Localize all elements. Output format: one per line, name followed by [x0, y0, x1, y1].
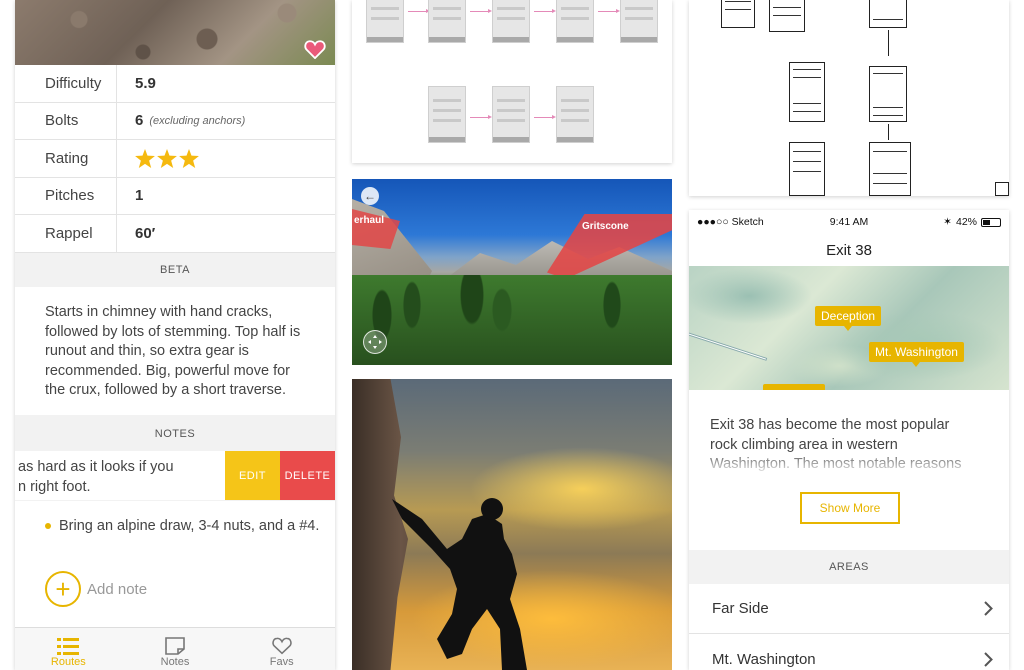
flow-arrow: [534, 9, 556, 13]
star-icon: [179, 148, 199, 168]
move-arrows-icon[interactable]: [363, 330, 387, 354]
list-icon: [57, 638, 80, 655]
wall-label-right: Gritscone: [582, 221, 629, 232]
row-label: Difficulty: [15, 65, 117, 102]
rating-stars: [135, 148, 199, 168]
climber-photo: [352, 379, 672, 670]
add-note-label: Add note: [87, 580, 148, 598]
map-pin-deception[interactable]: Deception: [815, 306, 882, 331]
rappel-value: 60′: [135, 224, 156, 242]
flow-arrow: [470, 9, 492, 13]
bullet-icon: [45, 523, 51, 529]
page-title: Exit 38: [826, 242, 872, 259]
sketch-screen: [789, 142, 825, 196]
wireframe-flow-card: [352, 0, 672, 163]
row-label: Bolts: [15, 102, 117, 139]
edit-note-button[interactable]: EDIT: [225, 451, 280, 500]
back-arrow-icon[interactable]: ←: [361, 187, 379, 205]
note-text-line: as hard as it looks if you: [18, 459, 174, 475]
sketch-screen: [769, 0, 805, 32]
chevron-right-icon: [984, 601, 993, 616]
status-bar: ●●●○○ Sketch 9:41 AM ✶ 42%: [689, 210, 1009, 232]
bolts-note: (excluding anchors): [149, 114, 246, 127]
sketch-screen: [789, 62, 825, 122]
pitches-value: 1: [135, 187, 144, 205]
note-text-line: n right foot.: [18, 478, 91, 495]
sketch-screen: [869, 66, 907, 122]
chevron-right-icon: [984, 652, 993, 667]
climber-silhouette: [392, 498, 527, 670]
favorite-heart-icon[interactable]: [303, 38, 327, 60]
bluetooth-icon: ✶: [943, 216, 952, 228]
wireframe-screen: [428, 0, 466, 43]
flow-arrow: [534, 115, 556, 119]
note-icon: [165, 637, 185, 655]
difficulty-row: Difficulty 5.9: [15, 65, 335, 103]
flow-arrow: [470, 115, 492, 119]
sketch-screen: [995, 182, 1009, 196]
pitches-row: Pitches 1: [15, 177, 335, 215]
wireframe-screen: [492, 86, 530, 143]
battery-icon: [981, 217, 1001, 227]
wireframe-screen: [366, 0, 404, 43]
difficulty-value: 5.9: [135, 74, 156, 92]
sketch-flow-card: [689, 0, 1009, 196]
area-row-mt-washington[interactable]: Mt. Washington: [689, 635, 1009, 670]
swiped-note-row[interactable]: as hard as it looks if you n right foot.…: [15, 451, 335, 500]
tab-label: Routes: [50, 656, 86, 668]
flow-arrow: [408, 9, 430, 13]
route-info-table: Difficulty 5.9 Bolts 6 (excluding anchors…: [15, 65, 335, 253]
wireframe-screen: [492, 0, 530, 43]
add-note-button[interactable]: + Add note: [15, 551, 335, 627]
star-icon: [135, 148, 155, 168]
wireframe-screen: [556, 0, 594, 43]
wall-label-left: erhaul: [354, 215, 385, 226]
map-pin-partial[interactable]: [763, 384, 825, 390]
area-map[interactable]: Deception Mt. Washington: [689, 266, 1009, 390]
area-row-far-side[interactable]: Far Side: [689, 584, 1009, 634]
tab-favs[interactable]: Favs: [228, 628, 335, 670]
notes-section-header: NOTES: [15, 417, 335, 451]
area-row-label: Mt. Washington: [712, 651, 816, 668]
bolts-value: 6: [135, 112, 144, 130]
valley-photo: erhaul Gritscone ←: [352, 179, 672, 365]
beta-section-header: BETA: [15, 253, 335, 287]
show-more-button[interactable]: Show More: [800, 492, 900, 524]
delete-note-button[interactable]: DELETE: [280, 451, 335, 500]
route-detail-screen: Difficulty 5.9 Bolts 6 (excluding anchors…: [15, 0, 335, 670]
rating-row: Rating: [15, 140, 335, 178]
rappel-row: Rappel 60′: [15, 215, 335, 253]
wireframe-screen: [556, 86, 594, 143]
sketch-screen: [869, 142, 911, 196]
tab-bar: Routes Notes Favs: [15, 627, 335, 670]
route-hero-photo: [15, 0, 335, 65]
star-icon: [157, 148, 177, 168]
plus-circle-icon: +: [45, 571, 81, 607]
wireframe-screen: [620, 0, 658, 43]
flow-arrow: [598, 9, 620, 13]
sketch-screen: [869, 0, 907, 28]
battery-percent: 42%: [955, 216, 977, 228]
area-row-label: Far Side: [712, 600, 769, 617]
areas-section-header: AREAS: [689, 550, 1009, 584]
area-detail-screen: ●●●○○ Sketch 9:41 AM ✶ 42% Exit 38 Decep…: [689, 210, 1009, 670]
note-list-item[interactable]: Bring an alpine draw, 3-4 nuts, and a #4…: [15, 501, 335, 551]
row-label: Rating: [15, 140, 117, 177]
heart-icon: [271, 637, 292, 655]
map-pin-mt-washington[interactable]: Mt. Washington: [869, 342, 964, 367]
note-text: Bring an alpine draw, 3-4 nuts, and a #4…: [59, 518, 320, 534]
tab-routes[interactable]: Routes: [15, 628, 122, 670]
wireframe-screen: [428, 86, 466, 143]
tab-label: Notes: [160, 656, 190, 668]
row-label: Rappel: [15, 215, 117, 252]
row-label: Pitches: [15, 177, 117, 214]
tab-notes[interactable]: Notes: [122, 628, 229, 670]
sketch-screen: [721, 0, 755, 28]
bolts-row: Bolts 6 (excluding anchors): [15, 102, 335, 140]
tab-label: Favs: [269, 656, 294, 668]
beta-text: Starts in chimney with hand cracks, foll…: [15, 287, 335, 415]
